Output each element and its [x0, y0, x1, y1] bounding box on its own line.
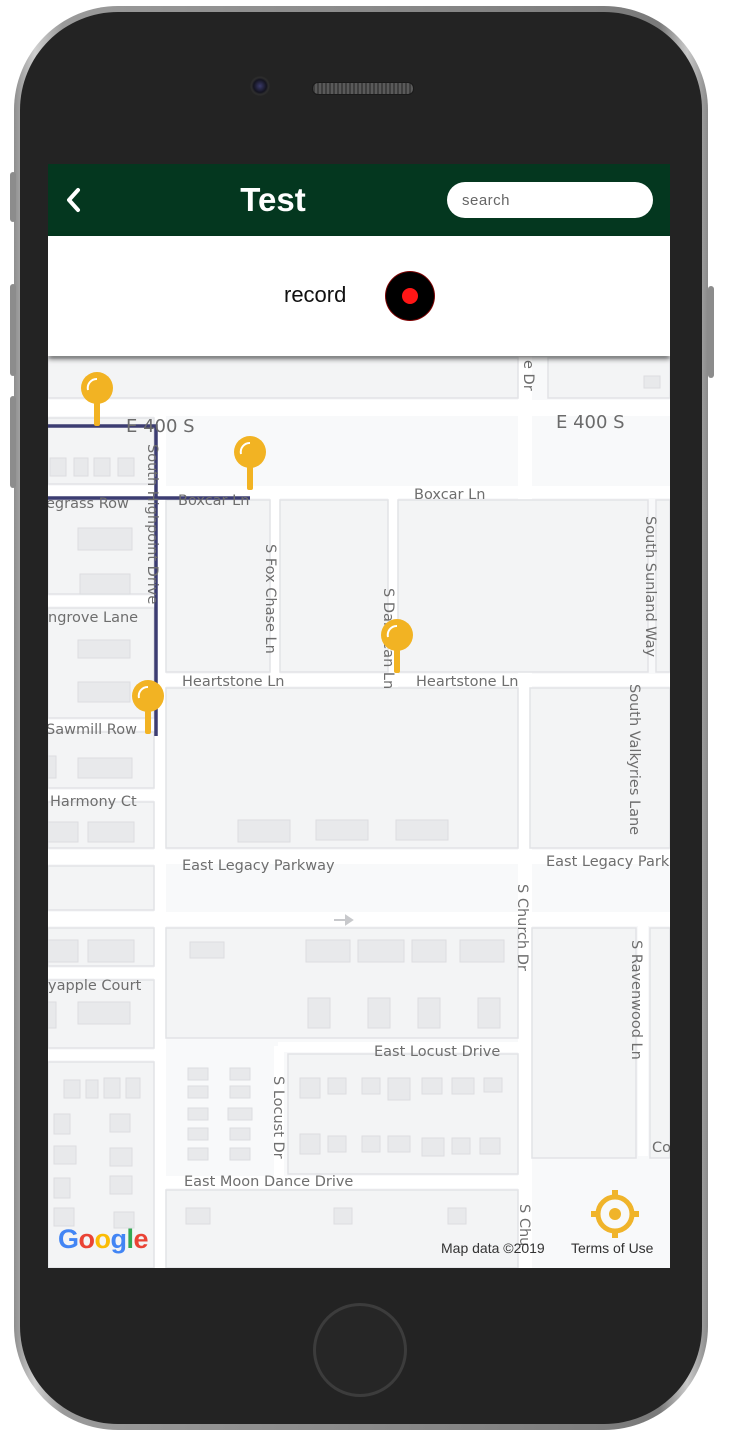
street-label: S Locust Dr [270, 1076, 286, 1159]
record-button[interactable] [386, 272, 434, 320]
map-canvas[interactable]: E 400 S E 400 S Boxcar Ln Boxcar Ln egra… [48, 356, 670, 1268]
back-arrow-icon[interactable] [62, 186, 88, 214]
street-label: South Highpoint Drive [144, 444, 160, 604]
street-label: Sawmill Row [48, 722, 137, 738]
earpiece-speaker [312, 82, 414, 95]
street-label: egrass Row [48, 496, 129, 512]
street-label: South Sunland Way [642, 516, 658, 658]
record-label: record [284, 282, 347, 307]
search-input[interactable] [447, 182, 653, 218]
street-label: Co [652, 1140, 670, 1156]
terms-of-use-link[interactable]: Terms of Use [571, 1240, 653, 1256]
street-label: East Legacy Parkway [182, 858, 335, 874]
google-logo: Google [58, 1224, 149, 1254]
volume-down-button [10, 396, 16, 488]
map-view[interactable]: E 400 S E 400 S Boxcar Ln Boxcar Ln egra… [48, 356, 670, 1268]
street-label: South Valkyries Lane [626, 684, 642, 835]
street-label: Boxcar Ln [414, 487, 485, 503]
street-label: East Locust Drive [374, 1044, 500, 1060]
volume-up-button [10, 284, 16, 376]
power-button [708, 286, 714, 378]
map-data-attribution: Map data ©2019 [441, 1240, 545, 1256]
street-label: S Fox Chase Ln [262, 544, 278, 654]
street-label: e Dr [520, 360, 536, 391]
app-screen: Test record [48, 164, 670, 1268]
street-label: E 400 S [126, 416, 195, 437]
home-button[interactable] [313, 1303, 407, 1397]
street-label: Heartstone Ln [416, 674, 518, 690]
page-title: Test [240, 181, 306, 218]
street-label: East Moon Dance Drive [184, 1174, 353, 1190]
street-label: ngrove Lane [48, 610, 138, 626]
street-label: Harmony Ct [50, 794, 137, 810]
street-label: S Ravenwood Ln [628, 940, 644, 1060]
front-camera [250, 76, 270, 96]
record-dot-icon [402, 288, 418, 304]
mute-switch [10, 172, 16, 222]
street-label: Boxcar Ln [178, 493, 249, 509]
street-label: E 400 S [556, 412, 625, 433]
street-label: yapple Court [48, 978, 142, 994]
record-bar: record [48, 236, 670, 356]
app-header: Test [48, 164, 670, 236]
street-label: S Church Dr [514, 884, 530, 971]
street-label: Heartstone Ln [182, 674, 284, 690]
street-label: East Legacy Park [546, 854, 670, 870]
